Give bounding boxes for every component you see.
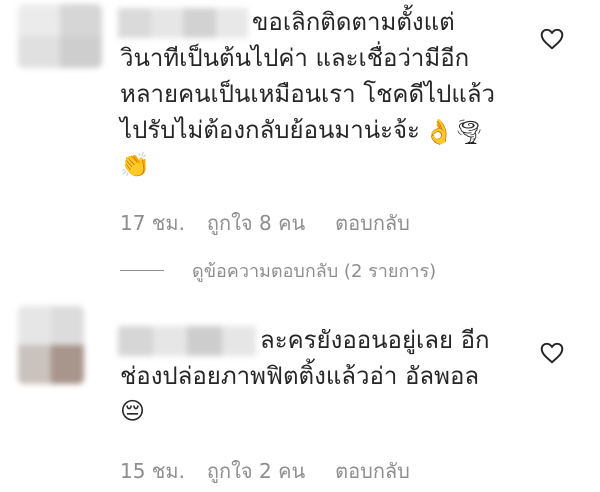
heart-outline-icon[interactable] bbox=[538, 26, 566, 52]
heart-outline-icon[interactable] bbox=[538, 340, 566, 366]
comment-item: ละครยังออนอยู่เลย อีก ช่องปล่อยภาพฟิตติ้… bbox=[0, 300, 600, 492]
comment-time[interactable]: 15 ชม. bbox=[120, 458, 185, 484]
view-replies-button[interactable]: ดูข้อความตอบกลับ (2 รายการ) bbox=[120, 256, 436, 285]
comment-text: ละครยังออนอยู่เลย อีก ช่องปล่อยภาพฟิตติ้… bbox=[120, 326, 490, 390]
comment-meta: 15 ชม. ถูกใจ 2 คน ตอบกลับ bbox=[120, 458, 410, 484]
reply-button[interactable]: ตอบกลับ bbox=[335, 210, 410, 236]
divider-line bbox=[120, 270, 164, 271]
avatar[interactable] bbox=[18, 306, 84, 384]
likes-count[interactable]: ถูกใจ 8 คน bbox=[207, 210, 305, 236]
comment-item: ขอเลิกติดตามตั้งแต่ วินาทีเป็นต้นไปค่า แ… bbox=[0, 0, 600, 290]
emoji-inline: 👌🌪 bbox=[424, 118, 485, 146]
emoji-line: 😔 bbox=[120, 397, 146, 425]
likes-count[interactable]: ถูกใจ 2 คน bbox=[207, 458, 305, 484]
reply-button[interactable]: ตอบกลับ bbox=[335, 458, 410, 484]
comment-meta: 17 ชม. ถูกใจ 8 คน ตอบกลับ bbox=[120, 210, 410, 236]
avatar[interactable] bbox=[18, 4, 102, 68]
emoji-line: 👏 bbox=[120, 151, 150, 179]
view-replies-label: ดูข้อความตอบกลับ (2 รายการ) bbox=[192, 261, 437, 282]
comment-time[interactable]: 17 ชม. bbox=[120, 210, 185, 236]
